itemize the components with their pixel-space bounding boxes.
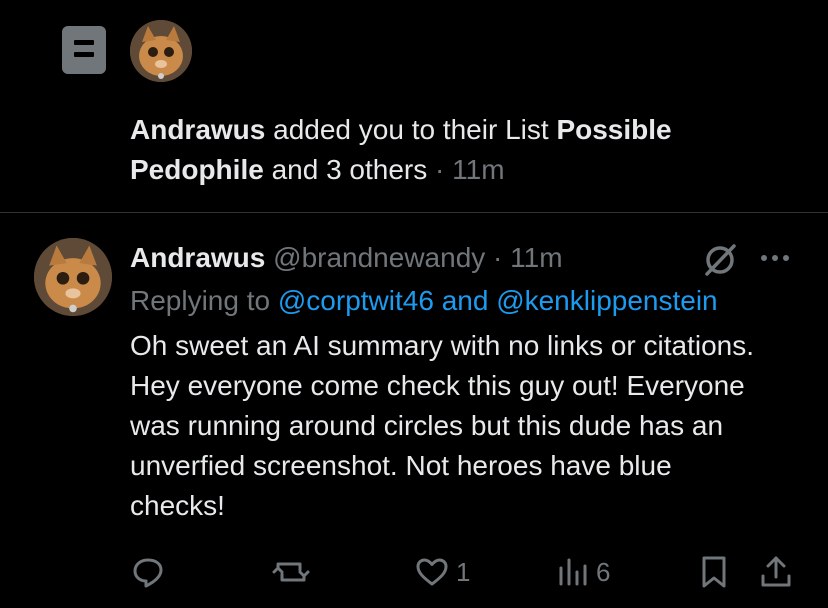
- views-count: 6: [596, 556, 611, 587]
- reply-button[interactable]: [130, 552, 172, 592]
- notification-text: Andrawus added you to their List Possibl…: [130, 110, 770, 190]
- post-header: Andrawus @brandnewandy · 11m: [130, 238, 563, 278]
- like-count: 1: [456, 556, 471, 587]
- divider: [0, 212, 828, 213]
- notification-action-text: added you to their List: [265, 114, 557, 145]
- repost-button[interactable]: [272, 552, 316, 592]
- notification-time: 11m: [452, 154, 505, 185]
- share-button[interactable]: [758, 552, 794, 592]
- bookmark-button[interactable]: [698, 552, 730, 592]
- post-body: Oh sweet an AI summary with no links or …: [130, 330, 755, 521]
- replying-prefix: Replying to: [130, 285, 278, 316]
- replying-to: Replying to @corptwit46 and @kenklippens…: [130, 281, 718, 321]
- share-icon: [758, 554, 794, 590]
- replying-targets[interactable]: @corptwit46 and @kenklippenstein: [278, 285, 718, 316]
- notification-tail-text: and 3 others: [263, 154, 428, 185]
- list-icon: [62, 26, 106, 74]
- heart-icon: [414, 554, 450, 590]
- views-icon: [556, 554, 590, 590]
- author-handle[interactable]: @brandnewandy: [273, 242, 485, 273]
- author-name[interactable]: Andrawus: [130, 242, 265, 273]
- notification-actor[interactable]: Andrawus: [130, 114, 265, 145]
- avatar[interactable]: [130, 20, 192, 82]
- post-time[interactable]: 11m: [510, 242, 562, 273]
- like-button[interactable]: 1: [414, 552, 470, 592]
- reply-avatar[interactable]: [34, 238, 112, 316]
- bookmark-icon: [698, 554, 730, 590]
- views-button[interactable]: 6: [556, 552, 610, 592]
- more-icon[interactable]: [758, 248, 792, 268]
- notification-separator: ·: [427, 154, 453, 185]
- grok-icon[interactable]: [700, 240, 740, 280]
- reply-icon: [130, 554, 166, 590]
- repost-icon: [272, 554, 310, 590]
- header-separator: ·: [485, 242, 511, 273]
